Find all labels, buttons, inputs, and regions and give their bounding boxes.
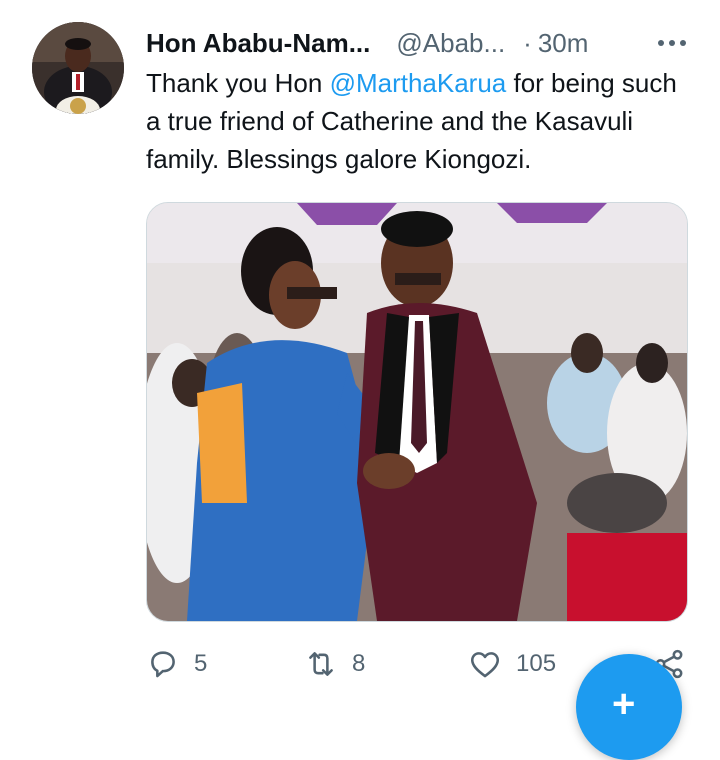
reply-button[interactable]: 5 bbox=[146, 640, 207, 688]
tweet-photo[interactable] bbox=[146, 202, 688, 622]
like-button[interactable]: 105 bbox=[468, 640, 556, 688]
more-dot bbox=[669, 40, 675, 46]
timestamp[interactable]: 30m bbox=[538, 28, 589, 59]
retweet-button[interactable]: 8 bbox=[304, 640, 365, 688]
retweet-icon bbox=[309, 652, 333, 676]
retweet-count: 8 bbox=[352, 650, 366, 677]
display-name[interactable]: Hon Ababu-Nam... bbox=[146, 28, 370, 59]
tweet-text: Thank you Hon @MarthaKarua for being suc… bbox=[146, 64, 686, 178]
compose-button[interactable]: + bbox=[576, 654, 682, 760]
more-horizontal-icon[interactable] bbox=[652, 26, 692, 60]
compose-icon: + bbox=[612, 682, 636, 726]
separator-dot: · bbox=[523, 27, 532, 58]
mention-link[interactable]: @MarthaKarua bbox=[330, 68, 507, 98]
tweet-text-before: Thank you Hon bbox=[146, 68, 330, 98]
tweet-header: Hon Ababu-Nam... @Abab... · 30m bbox=[146, 26, 692, 60]
heart-icon bbox=[470, 652, 500, 678]
reply-count: 5 bbox=[194, 650, 208, 677]
reply-icon bbox=[151, 651, 175, 678]
more-dot bbox=[680, 40, 686, 46]
avatar[interactable] bbox=[32, 22, 124, 114]
user-handle[interactable]: @Abab... bbox=[396, 28, 505, 59]
more-dot bbox=[658, 40, 664, 46]
like-count: 105 bbox=[516, 650, 557, 677]
